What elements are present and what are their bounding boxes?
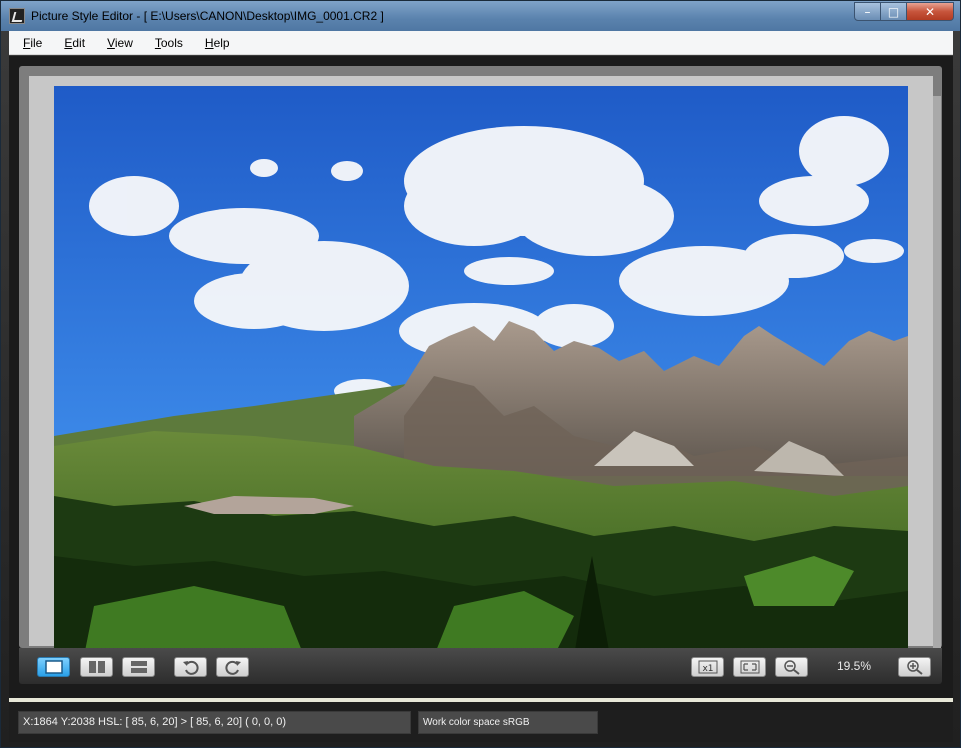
single-view-icon <box>44 660 63 674</box>
color-space-readout: Work color space sRGB <box>418 711 598 734</box>
app-window: Picture Style Editor - [ E:\Users\CANON\… <box>0 0 961 748</box>
rotate-left-icon <box>182 660 199 675</box>
rotate-left-button[interactable] <box>174 657 207 677</box>
app-icon[interactable] <box>9 8 25 24</box>
status-bar: X:1864 Y:2038 HSL: [ 85, 6, 20] > [ 85, … <box>9 702 953 742</box>
top-bottom-view-button[interactable] <box>122 657 155 677</box>
menu-help-label: elp <box>213 35 230 50</box>
menu-bar: File Edit View Tools Help <box>9 31 953 55</box>
pixel-info-readout: X:1864 Y:2038 HSL: [ 85, 6, 20] > [ 85, … <box>18 711 411 734</box>
menu-view-accel: V <box>107 35 115 50</box>
zoom-out-icon <box>783 660 800 675</box>
side-by-side-view-button[interactable] <box>80 657 113 677</box>
fit-window-button[interactable] <box>733 657 766 677</box>
landscape-photo <box>54 86 908 656</box>
zoom-in-icon <box>906 660 923 675</box>
menu-file-label: ile <box>30 35 43 50</box>
window-title: Picture Style Editor - [ E:\Users\CANON\… <box>31 9 384 23</box>
top-bottom-view-icon <box>130 661 147 673</box>
rotate-right-button[interactable] <box>216 657 249 677</box>
zoom-100-icon: x1 <box>698 660 717 674</box>
zoom-100-button[interactable]: x1 <box>691 657 724 677</box>
menu-file[interactable]: File <box>9 31 50 55</box>
minimize-button[interactable]: – <box>854 2 881 21</box>
zoom-out-button[interactable] <box>775 657 808 677</box>
single-view-button[interactable] <box>37 657 70 677</box>
menu-edit[interactable]: Edit <box>50 31 93 55</box>
preview-image[interactable] <box>54 86 908 656</box>
rotate-right-icon <box>224 660 241 675</box>
menu-view-label: iew <box>114 35 133 50</box>
close-button[interactable]: ✕ <box>907 2 954 21</box>
side-by-side-view-icon <box>88 661 105 673</box>
menu-help-accel: H <box>204 35 214 50</box>
canvas-frame <box>19 66 942 658</box>
zoom-in-button[interactable] <box>898 657 931 677</box>
svg-text:x1: x1 <box>702 664 713 674</box>
menu-view[interactable]: View <box>93 31 141 55</box>
menu-help[interactable]: Help <box>191 31 238 55</box>
title-bar[interactable]: Picture Style Editor - [ E:\Users\CANON\… <box>1 1 960 31</box>
maximize-button[interactable]: □ <box>881 2 907 21</box>
menu-edit-label: dit <box>72 35 86 50</box>
vertical-scrollbar[interactable] <box>933 96 941 658</box>
zoom-level: 19.5% <box>836 659 872 673</box>
bottom-toolbar: x1 19.5% <box>19 648 942 684</box>
menu-tools-label: ools <box>160 35 183 50</box>
window-controls: – □ ✕ <box>854 2 954 21</box>
fit-window-icon <box>740 660 759 674</box>
menu-tools[interactable]: Tools <box>141 31 191 55</box>
image-viewer: x1 19.5% <box>9 56 953 698</box>
